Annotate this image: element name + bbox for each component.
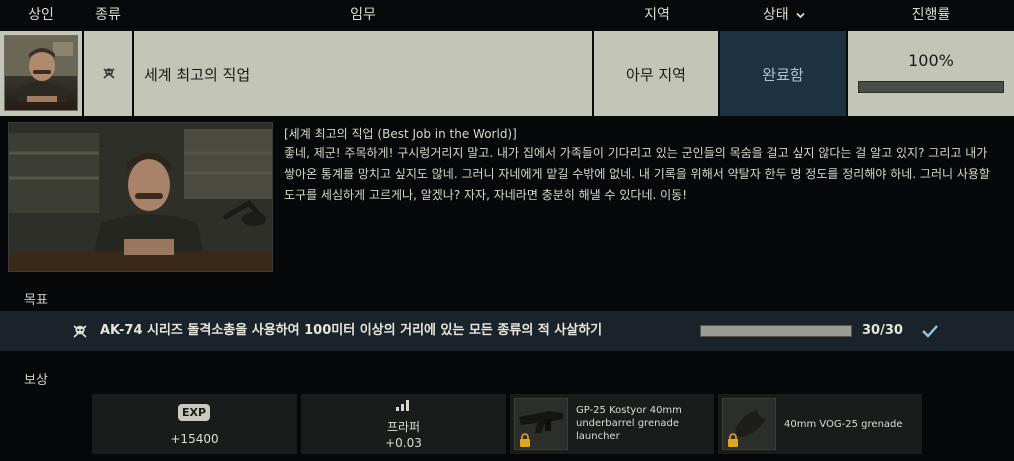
task-row[interactable]: 세계 최고의 직업 아무 지역 완료함 100%	[0, 31, 1014, 116]
reputation-trader: 프라퍼	[386, 420, 421, 434]
skull-icon	[103, 68, 115, 79]
task-location: 아무 지역	[626, 66, 686, 84]
progress-bar	[858, 81, 1004, 93]
exp-value: +15400	[170, 432, 219, 446]
location-cell: 아무 지역	[594, 31, 720, 116]
task-status: 완료함	[762, 66, 804, 84]
objective-row: AK-74 시리즈 돌격소총을 사용하여 100미터 이상의 거리에 있는 모든…	[0, 311, 1014, 351]
task-table-header: 상인 종류 임무 지역 상태 진행률	[0, 0, 1014, 31]
description-body: 좋네, 제군! 주목하게! 구시렁거리지 말고. 내가 집에서 가족들이 기다리…	[284, 146, 990, 202]
header-location[interactable]: 지역	[594, 0, 720, 31]
lock-icon	[728, 433, 738, 447]
objective-text: AK-74 시리즈 돌격소총을 사용하여 100미터 이상의 거리에 있는 모든…	[100, 323, 603, 338]
item-name: GP-25 Kostyor 40mm underbarrel grenade l…	[576, 405, 682, 442]
reward-item[interactable]: 40mm VOG-25 grenade	[718, 394, 922, 454]
reward-item[interactable]: GP-25 Kostyor 40mm underbarrel grenade l…	[510, 394, 714, 454]
header-status-label: 상태	[762, 7, 789, 23]
trader-avatar	[4, 35, 78, 111]
status-cell: 완료함	[720, 31, 848, 116]
header-type[interactable]: 종류	[84, 0, 132, 31]
header-status[interactable]: 상태	[720, 0, 848, 31]
trader-cell[interactable]	[0, 31, 84, 116]
exp-badge-label: EXP	[181, 406, 207, 419]
task-name: 세계 최고의 직업	[144, 66, 251, 84]
objective-count: 30/30	[862, 323, 903, 338]
objectives-label: 목표	[24, 293, 48, 308]
reward-reputation: 프라퍼 +0.03	[301, 394, 506, 454]
objective-progress-bar	[700, 325, 852, 337]
checkmark-icon	[922, 325, 938, 338]
progress-bar-fill	[859, 82, 1003, 92]
reputation-icon	[396, 400, 409, 411]
reward-exp: EXP +15400	[92, 394, 297, 454]
chevron-down-icon	[796, 12, 805, 18]
reputation-value: +0.03	[385, 436, 422, 450]
progress-percent: 100%	[908, 51, 954, 70]
item-name: 40mm VOG-25 grenade	[784, 419, 903, 430]
lock-icon	[520, 433, 530, 447]
trader-portrait	[8, 122, 273, 272]
task-name-cell[interactable]: 세계 최고의 직업	[134, 31, 594, 116]
rewards-label: 보상	[24, 373, 48, 388]
task-detail-panel: [세계 최고의 직업 (Best Job in the World)] 좋네, …	[0, 116, 1014, 461]
exp-badge: EXP	[178, 404, 210, 421]
item-thumbnail	[722, 398, 776, 450]
description-title: [세계 최고의 직업 (Best Job in the World)]	[284, 127, 517, 141]
header-trader[interactable]: 상인	[0, 0, 82, 31]
progress-cell: 100%	[848, 31, 1014, 116]
header-task[interactable]: 임무	[134, 0, 592, 31]
header-progress[interactable]: 진행률	[848, 0, 1014, 31]
type-cell	[84, 31, 134, 116]
objective-progress-fill	[701, 326, 851, 336]
skull-icon	[73, 325, 87, 338]
item-thumbnail	[514, 398, 568, 450]
